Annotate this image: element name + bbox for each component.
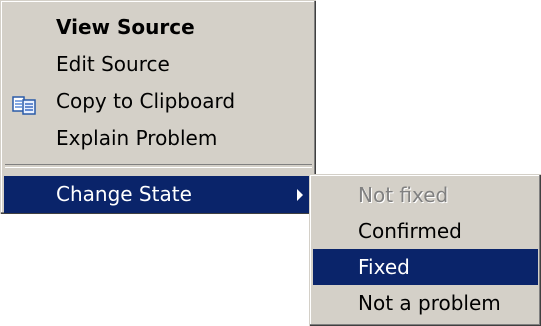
- context-menu: View Source Edit Source Copy to Clipboar…: [0, 0, 316, 214]
- submenu-item-label: Confirmed: [358, 219, 462, 243]
- submenu-item-not-a-problem[interactable]: Not a problem: [313, 285, 538, 321]
- menu-item-change-state[interactable]: Change State: [4, 176, 313, 213]
- menu-item-view-source[interactable]: View Source: [4, 9, 313, 46]
- submenu-item-label: Not fixed: [358, 183, 449, 207]
- menu-item-label: View Source: [56, 15, 195, 39]
- submenu-item-label: Fixed: [358, 255, 410, 279]
- menu-item-label: Explain Problem: [56, 126, 218, 150]
- menu-item-explain-problem[interactable]: Explain Problem: [4, 120, 313, 157]
- submenu-item-not-fixed: Not fixed: [313, 177, 538, 213]
- menu-item-label: Copy to Clipboard: [56, 89, 236, 113]
- menu-item-label: Change State: [56, 182, 192, 206]
- menu-item-edit-source[interactable]: Edit Source: [4, 46, 313, 83]
- copy-clipboard-icon: [12, 91, 38, 115]
- menu-item-label: Edit Source: [56, 52, 170, 76]
- change-state-submenu: Not fixed Confirmed Fixed Not a problem: [309, 174, 541, 326]
- submenu-item-fixed[interactable]: Fixed: [313, 249, 538, 285]
- submenu-item-label: Not a problem: [358, 291, 501, 315]
- menu-item-copy-to-clipboard[interactable]: Copy to Clipboard: [4, 83, 313, 120]
- submenu-arrow-icon: [297, 189, 303, 201]
- menu-separator: [5, 164, 312, 168]
- submenu-item-confirmed[interactable]: Confirmed: [313, 213, 538, 249]
